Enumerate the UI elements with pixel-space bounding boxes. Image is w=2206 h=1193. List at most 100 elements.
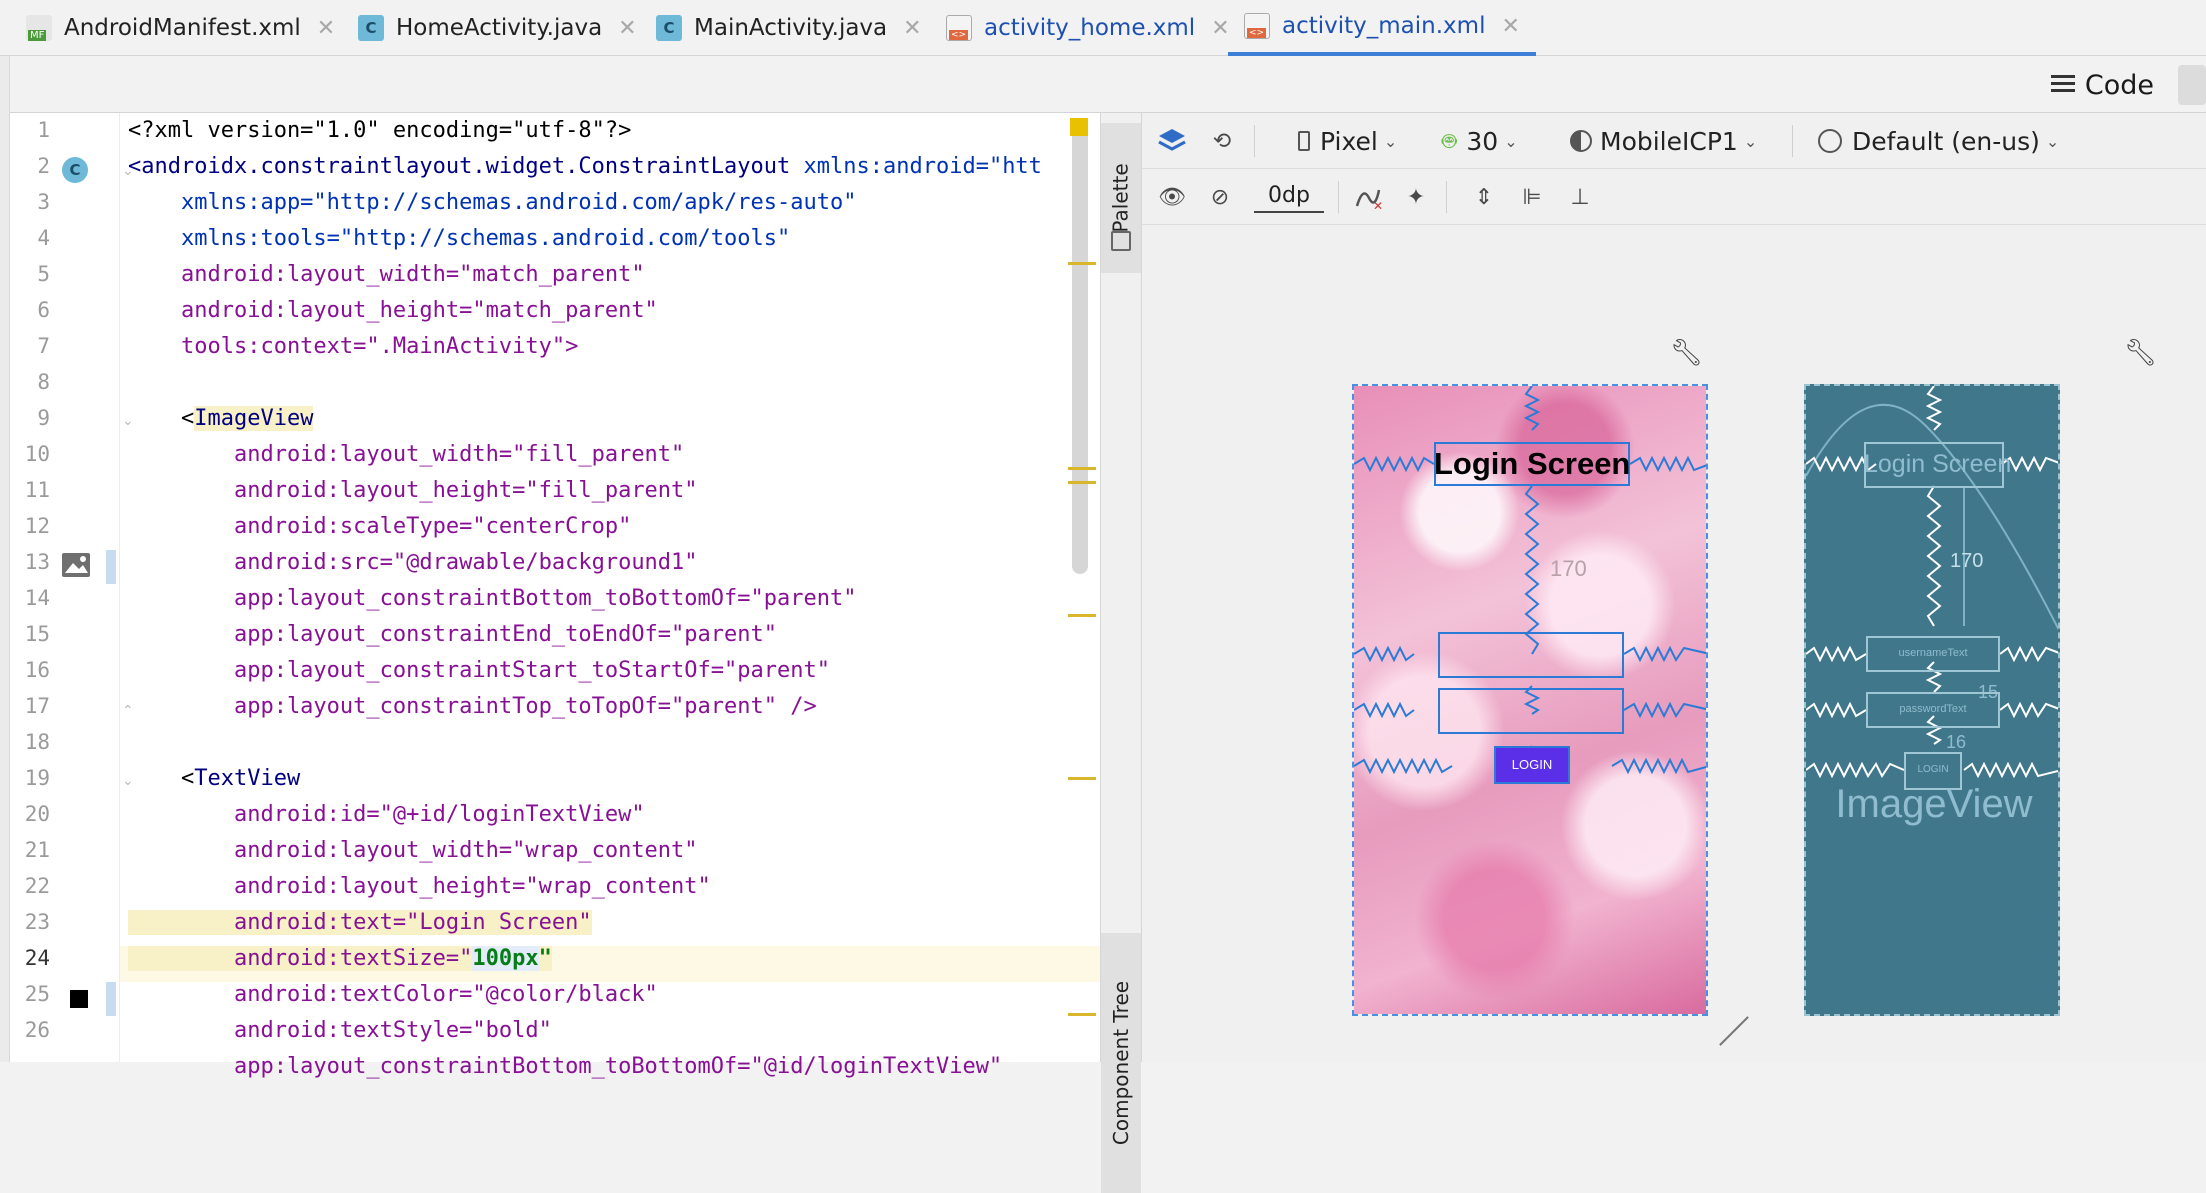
login-button[interactable]: LOGIN (1494, 746, 1570, 784)
bp-margin-16: 16 (1946, 732, 1967, 752)
line-number: 3 (37, 190, 50, 214)
color-swatch-icon[interactable] (70, 990, 88, 1008)
orientation-icon[interactable]: ⟲ (1206, 125, 1238, 157)
code-text: <?xml version="1.0" encoding="utf-8"?> (128, 118, 632, 143)
code-line-17: app:layout_constraintTop_toTopOf="parent… (128, 694, 817, 719)
editor-scrollbar[interactable] (1072, 119, 1088, 574)
line-number: 6 (37, 298, 50, 322)
wrench-icon[interactable]: 🔧︎ (1670, 338, 1703, 368)
theme-selector[interactable]: MobileICP1 ⌄ (1570, 121, 1757, 161)
code-view-button[interactable]: Code (2050, 65, 2154, 105)
line-number: 21 (24, 838, 50, 862)
code-line-14: app:layout_constraintBottom_toBottomOf="… (128, 586, 857, 611)
tab-activity-main[interactable]: activity_main.xml ✕ (1228, 0, 1536, 56)
line-number-current: 24 (24, 946, 50, 970)
chevron-down-icon: ⌄ (2045, 131, 2060, 151)
tab-label: AndroidManifest.xml (64, 15, 301, 41)
code-line-15: app:layout_constraintEnd_toEndOf="parent… (128, 622, 778, 647)
tab-label: HomeActivity.java (396, 15, 603, 41)
default-margin-field[interactable]: 0dp (1254, 181, 1324, 213)
code-line-1: <?xml version="1.0" encoding="utf-8"?> (128, 113, 631, 149)
view-options-icon[interactable]: 👁︎ (1156, 181, 1188, 213)
autoconnect-icon[interactable]: ⊘ (1204, 181, 1236, 213)
error-stripe-marker[interactable] (1068, 481, 1096, 484)
separator (1254, 125, 1255, 157)
password-field[interactable] (1438, 688, 1624, 734)
tab-home-activity[interactable]: C HomeActivity.java ✕ (358, 0, 637, 56)
line-number: 4 (37, 226, 50, 250)
tab-android-manifest[interactable]: AndroidManifest.xml ✕ (26, 0, 335, 56)
line-number: 22 (24, 874, 50, 898)
separator (1792, 125, 1793, 157)
clear-constraints-icon[interactable]: ✕ (1352, 181, 1384, 213)
tab-label: MainActivity.java (694, 15, 888, 41)
code-view-icon (2050, 75, 2075, 95)
username-field[interactable] (1438, 632, 1624, 678)
device-selector[interactable]: Pixel ⌄ (1298, 121, 1397, 161)
guidelines-icon[interactable]: ⊥ (1564, 181, 1596, 213)
line-number: 15 (24, 622, 50, 646)
java-class-icon: C (656, 15, 682, 41)
class-reference-icon[interactable]: C (62, 157, 88, 183)
code-line-6: android:layout_height="match_parent" (128, 298, 658, 323)
theme-icon (1570, 130, 1592, 152)
wrench-icon[interactable]: 🔧︎ (2124, 338, 2157, 368)
layers-icon[interactable] (1156, 125, 1188, 157)
left-tool-strip (0, 56, 10, 1062)
line-number: 25 (24, 982, 50, 1006)
side-tool-strip: Palette Component Tree (1100, 113, 1142, 1193)
code-line-13: android:src="@drawable/background1" (128, 550, 698, 575)
error-stripe-marker[interactable] (1068, 467, 1096, 470)
code-line-3: xmlns:app="http://schemas.android.com/ap… (128, 190, 857, 215)
code-editor[interactable]: 1 2 3 4 5 6 7 8 9 10 11 12 13 14 15 16 1… (10, 113, 1100, 1079)
align-icon[interactable]: ⊫ (1516, 181, 1548, 213)
error-stripe-marker[interactable] (1068, 262, 1096, 265)
design-toolbar: ⟲ Pixel ⌄ 🤖︎ 30 ⌄ MobileICP1 ⌄ Default (en-… (1142, 113, 2206, 169)
editor-tab-bar: AndroidManifest.xml ✕ C HomeActivity.jav… (0, 0, 2206, 56)
change-marker (106, 982, 116, 1016)
line-number: 26 (24, 1018, 50, 1042)
close-icon[interactable]: ✕ (1501, 14, 1519, 39)
pack-icon[interactable]: ⇕ (1468, 181, 1500, 213)
design-preview[interactable]: Login Screen 170 LOGIN (1352, 384, 1708, 1016)
code-line-25: android:textColor="@color/black" (128, 982, 658, 1007)
warning-indicator-icon[interactable] (1070, 118, 1088, 136)
separator (1338, 181, 1339, 213)
line-number: 5 (37, 262, 50, 286)
chevron-down-icon: ⌄ (1743, 131, 1758, 151)
line-number: 8 (37, 370, 50, 394)
api-level-selector[interactable]: 🤖︎ 30 ⌄ (1442, 121, 1518, 161)
code-text: 100px (472, 946, 539, 971)
close-icon[interactable]: ✕ (903, 16, 921, 41)
close-icon[interactable]: ✕ (618, 16, 636, 41)
line-number: 16 (24, 658, 50, 682)
line-number: 9 (37, 406, 50, 430)
error-stripe-marker[interactable] (1068, 777, 1096, 780)
tab-main-activity[interactable]: C MainActivity.java ✕ (656, 0, 922, 56)
close-icon[interactable]: ✕ (317, 16, 335, 41)
image-preview-icon[interactable] (62, 553, 90, 577)
code-line-11: android:layout_height="fill_parent" (128, 478, 698, 503)
blueprint-preview[interactable]: Login Screen 170 usernameText 15 passwor… (1804, 384, 2060, 1016)
locale-selector[interactable]: Default (en-us) ⌄ (1818, 121, 2059, 161)
bp-password-label: passwordText (1899, 703, 1967, 715)
tab-activity-home[interactable]: activity_home.xml ✕ (946, 0, 1230, 56)
error-stripe-marker[interactable] (1068, 1013, 1096, 1016)
component-tree-tab[interactable]: Component Tree (1101, 933, 1141, 1193)
error-stripe-marker[interactable] (1068, 614, 1096, 617)
split-view-button[interactable] (2178, 65, 2206, 105)
palette-icon (1111, 231, 1131, 251)
bp-username-label: usernameText (1898, 647, 1968, 659)
line-number: 10 (24, 442, 50, 466)
code-text: < (128, 406, 195, 431)
line-number: 12 (24, 514, 50, 538)
code-line-7: tools:context=".MainActivity"> (128, 334, 579, 359)
bp-login-title: Login Screen (1864, 450, 2012, 478)
line-number: 1 (37, 118, 50, 142)
infer-constraints-icon[interactable]: ✦ (1400, 181, 1432, 213)
line-number: 19 (24, 766, 50, 790)
separator (1446, 181, 1447, 213)
tab-label: activity_main.xml (1282, 13, 1486, 39)
layout-xml-icon (946, 15, 972, 41)
close-icon[interactable]: ✕ (1211, 16, 1229, 41)
